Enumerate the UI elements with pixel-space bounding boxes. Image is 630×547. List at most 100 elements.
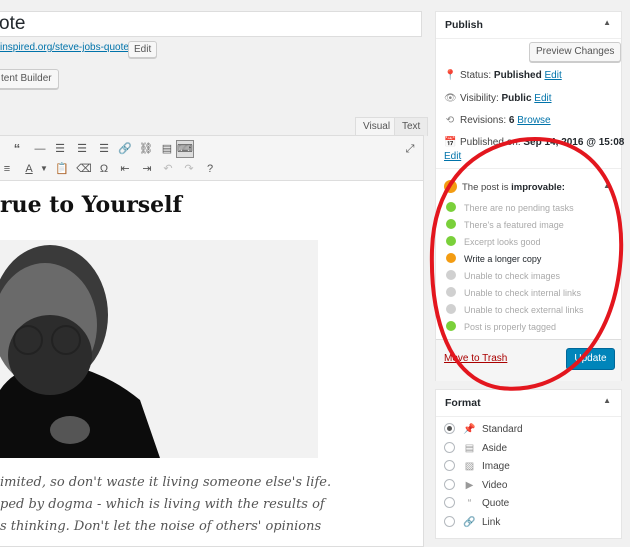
edit-slug-button[interactable]: Edit xyxy=(128,41,158,58)
format-option-label: Link xyxy=(482,517,501,528)
indent-icon[interactable]: ⇥ xyxy=(139,161,155,177)
format-option-standard[interactable]: 📌 Standard xyxy=(444,423,523,435)
check-label: Excerpt looks good xyxy=(464,237,541,247)
undo-icon[interactable]: ↶ xyxy=(160,161,176,177)
calendar-icon: 📅 xyxy=(444,137,457,148)
format-option-label: Video xyxy=(482,480,508,491)
permalink-link[interactable]: inspired.org/steve-jobs-quote/ xyxy=(0,42,132,53)
chevron-down-icon[interactable]: ▼ xyxy=(36,161,52,177)
permalink: inspired.org/steve-jobs-quote/ xyxy=(0,42,132,53)
check-pass-icon xyxy=(446,219,456,229)
published-value: Sep 14, 2016 @ 15:08 xyxy=(523,137,625,148)
collapse-icon[interactable]: ▲ xyxy=(603,18,611,27)
status-row: 📍 Status: Published Edit xyxy=(444,70,562,81)
check-label: There's a featured image xyxy=(464,220,564,230)
quote-paragraph: imited, so don't waste it living someone… xyxy=(0,472,332,538)
radio-button[interactable] xyxy=(444,516,455,527)
radio-button[interactable] xyxy=(444,497,455,508)
check-label: Unable to check internal links xyxy=(464,288,582,298)
format-option-link[interactable]: 🔗 Link xyxy=(444,516,500,528)
video-icon: ▶ xyxy=(465,480,474,491)
collapse-icon[interactable]: ▲ xyxy=(603,396,611,405)
toolbar-toggle-icon[interactable]: ⌨ xyxy=(176,140,194,158)
divider xyxy=(436,168,621,169)
quote-line: s thinking. Don't let the noise of other… xyxy=(0,519,322,534)
paste-text-icon[interactable]: 📋 xyxy=(54,161,70,177)
quote-icon[interactable]: “ xyxy=(9,141,25,157)
editor-toolbar: “ — ☰ ☰ ☰ 🔗 ⛓ ▤ ⌨ ⤢ ≡ A ▼ 📋 ⌫ Ω ⇤ ⇥ ↶ ↷ … xyxy=(0,136,423,181)
format-option-quote[interactable]: “ Quote xyxy=(444,497,509,509)
image-icon: ▨ xyxy=(464,461,475,472)
radio-button[interactable] xyxy=(444,423,455,434)
unlink-icon[interactable]: ⛓ xyxy=(138,141,154,157)
history-icon: ⟲ xyxy=(445,115,455,126)
check-label: Unable to check images xyxy=(464,271,561,281)
update-button[interactable]: Update xyxy=(566,348,615,370)
list-icon[interactable]: ≡ xyxy=(0,161,15,177)
revisions-row: ⟲ Revisions: 6 Browse xyxy=(444,115,551,126)
outdent-icon[interactable]: ⇤ xyxy=(117,161,133,177)
help-icon[interactable]: ? xyxy=(202,161,218,177)
check-item: Unable to check images xyxy=(446,270,560,281)
text-color-icon[interactable]: A xyxy=(21,161,37,177)
content-builder-button[interactable]: tent Builder xyxy=(0,69,59,89)
status-value: Published xyxy=(493,70,542,81)
tab-text[interactable]: Text xyxy=(394,117,429,136)
edit-visibility-link[interactable]: Edit xyxy=(534,93,551,104)
check-pass-icon xyxy=(446,321,456,331)
fullscreen-icon[interactable]: ⤢ xyxy=(402,141,418,157)
redo-icon[interactable]: ↷ xyxy=(181,161,197,177)
check-label: Post is properly tagged xyxy=(464,322,557,332)
link-icon[interactable]: 🔗 xyxy=(117,141,133,157)
clear-format-icon[interactable]: ⌫ xyxy=(76,161,92,177)
special-char-icon[interactable]: Ω xyxy=(96,161,112,177)
radio-button[interactable] xyxy=(444,460,455,471)
radio-button[interactable] xyxy=(444,479,455,490)
hr-icon[interactable]: — xyxy=(32,141,48,157)
align-left-icon[interactable]: ☰ xyxy=(52,141,68,157)
link-icon: 🔗 xyxy=(463,517,476,528)
check-unknown-icon xyxy=(446,304,456,314)
format-option-label: Standard xyxy=(482,424,523,435)
format-title: Format xyxy=(445,397,481,409)
format-option-label: Aside xyxy=(482,443,508,454)
post-title-input[interactable]: ote xyxy=(0,11,422,37)
format-option-label: Image xyxy=(482,461,510,472)
format-option-video[interactable]: ▶ Video xyxy=(444,479,507,491)
radio-button[interactable] xyxy=(444,442,455,453)
check-pass-icon xyxy=(446,202,456,212)
format-option-image[interactable]: ▨ Image xyxy=(444,460,510,472)
aside-icon: ▤ xyxy=(464,443,475,454)
quality-heading[interactable]: The post is improvable: xyxy=(444,180,565,193)
preview-changes-button[interactable]: Preview Changes xyxy=(529,42,622,62)
quote-icon: “ xyxy=(467,498,472,509)
browse-revisions-link[interactable]: Browse xyxy=(517,115,550,126)
check-unknown-icon xyxy=(446,287,456,297)
check-item[interactable]: Write a longer copy xyxy=(446,253,541,264)
visibility-label: Visibility: xyxy=(460,93,499,104)
edit-date-link[interactable]: Edit xyxy=(444,151,461,162)
move-to-trash-link[interactable]: Move to Trash xyxy=(444,353,507,364)
post-heading: rue to Yourself xyxy=(0,192,182,218)
check-item: Unable to check external links xyxy=(446,304,584,315)
quote-line: ped by dogma - which is living with the … xyxy=(0,497,325,512)
format-panel-header[interactable]: Format ▲ xyxy=(436,390,621,417)
check-item: Unable to check internal links xyxy=(446,287,581,298)
check-item: Excerpt looks good xyxy=(446,236,541,247)
check-unknown-icon xyxy=(446,270,456,280)
tab-visual[interactable]: Visual xyxy=(355,117,399,136)
align-right-icon[interactable]: ☰ xyxy=(96,141,112,157)
format-option-aside[interactable]: ▤ Aside xyxy=(444,442,507,454)
revisions-label: Revisions: xyxy=(460,115,507,126)
collapse-icon[interactable]: ▲ xyxy=(603,181,611,190)
revisions-value: 6 xyxy=(508,115,515,126)
read-more-icon[interactable]: ▤ xyxy=(159,141,175,157)
quote-line: imited, so don't waste it living someone… xyxy=(0,475,332,490)
edit-status-link[interactable]: Edit xyxy=(545,70,562,81)
align-center-icon[interactable]: ☰ xyxy=(74,141,90,157)
published-label: Published on: xyxy=(460,137,521,148)
visibility-row: 👁 Visibility: Public Edit xyxy=(444,93,552,104)
quality-heading-value: improvable: xyxy=(511,182,565,193)
check-label: Write a longer copy xyxy=(464,254,542,264)
publish-panel-header[interactable]: Publish ▲ xyxy=(436,12,621,39)
